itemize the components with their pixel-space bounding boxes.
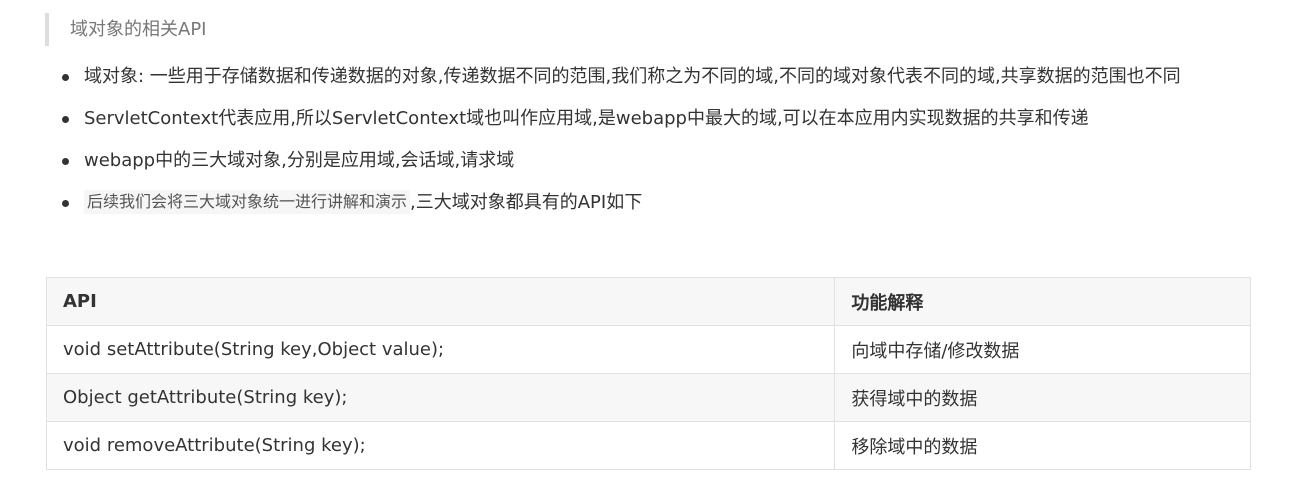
heading-text: 域对象的相关API — [70, 19, 207, 40]
table-cell-api: void removeAttribute(String key); — [45, 421, 836, 470]
table-row: void setAttribute(String key,Object valu… — [45, 325, 1251, 374]
table-cell-description: 获得域中的数据 — [834, 373, 1251, 422]
list-item-suffix: ,三大域对象都具有的API如下 — [410, 192, 643, 213]
table-header-description: 功能解释 — [834, 277, 1251, 326]
list-item-text: ServletContext代表应用,所以ServletContext域也叫作应… — [84, 108, 1089, 129]
document-page: 域对象的相关API 域对象: 一些用于存储数据和传递数据的对象,传递数据不同的范… — [0, 0, 1295, 492]
list-item-text: 后续我们会将三大域对象统一进行讲解和演示 ,三大域对象都具有的API如下 — [84, 187, 1250, 219]
list-item: ServletContext代表应用,所以ServletContext域也叫作应… — [60, 103, 1250, 135]
table-cell-api: void setAttribute(String key,Object valu… — [45, 325, 836, 374]
table-cell-description: 向域中存储/修改数据 — [834, 325, 1251, 374]
list-item: 后续我们会将三大域对象统一进行讲解和演示 ,三大域对象都具有的API如下 — [60, 187, 1250, 219]
bullet-dot-icon — [62, 74, 69, 81]
table-header-row: API 功能解释 — [45, 277, 1251, 326]
table-row: void removeAttribute(String key); 移除域中的数… — [45, 421, 1251, 470]
list-item-text: 域对象: 一些用于存储数据和传递数据的对象,传递数据不同的范围,我们称之为不同的… — [84, 66, 1181, 87]
blockquote-heading: 域对象的相关API — [45, 13, 206, 46]
table-row: Object getAttribute(String key); 获得域中的数据 — [45, 373, 1251, 422]
table-header-api: API — [45, 277, 836, 326]
bullet-dot-icon — [62, 200, 69, 207]
table-cell-description: 移除域中的数据 — [834, 421, 1251, 470]
list-item-text: webapp中的三大域对象,分别是应用域,会话域,请求域 — [84, 150, 515, 171]
list-item: 域对象: 一些用于存储数据和传递数据的对象,传递数据不同的范围,我们称之为不同的… — [60, 61, 1250, 93]
inline-code: 后续我们会将三大域对象统一进行讲解和演示 — [84, 190, 411, 214]
bullet-dot-icon — [62, 116, 69, 123]
bullet-dot-icon — [62, 158, 69, 165]
table-cell-api: Object getAttribute(String key); — [45, 373, 836, 422]
list-item: webapp中的三大域对象,分别是应用域,会话域,请求域 — [60, 145, 1250, 177]
api-table: API 功能解释 void setAttribute(String key,Ob… — [45, 277, 1251, 470]
bullet-list: 域对象: 一些用于存储数据和传递数据的对象,传递数据不同的范围,我们称之为不同的… — [60, 61, 1250, 229]
